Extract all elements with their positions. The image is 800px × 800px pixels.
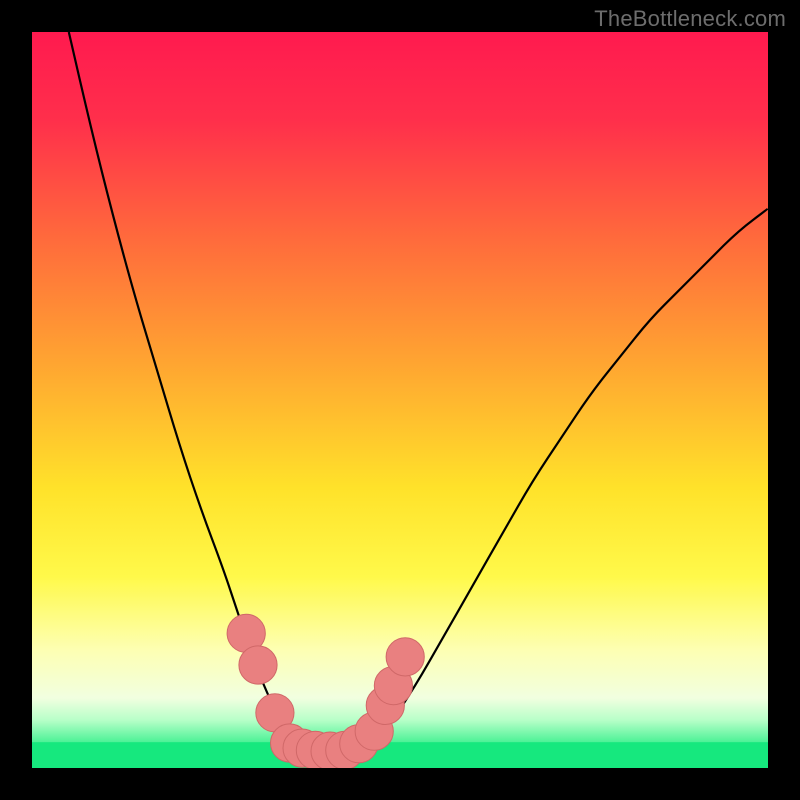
data-marker bbox=[239, 646, 277, 684]
plot-area bbox=[32, 32, 768, 768]
data-marker bbox=[386, 638, 424, 676]
watermark-text: TheBottleneck.com bbox=[594, 6, 786, 32]
green-band bbox=[32, 742, 768, 768]
bottleneck-chart bbox=[32, 32, 768, 768]
chart-frame: TheBottleneck.com bbox=[0, 0, 800, 800]
